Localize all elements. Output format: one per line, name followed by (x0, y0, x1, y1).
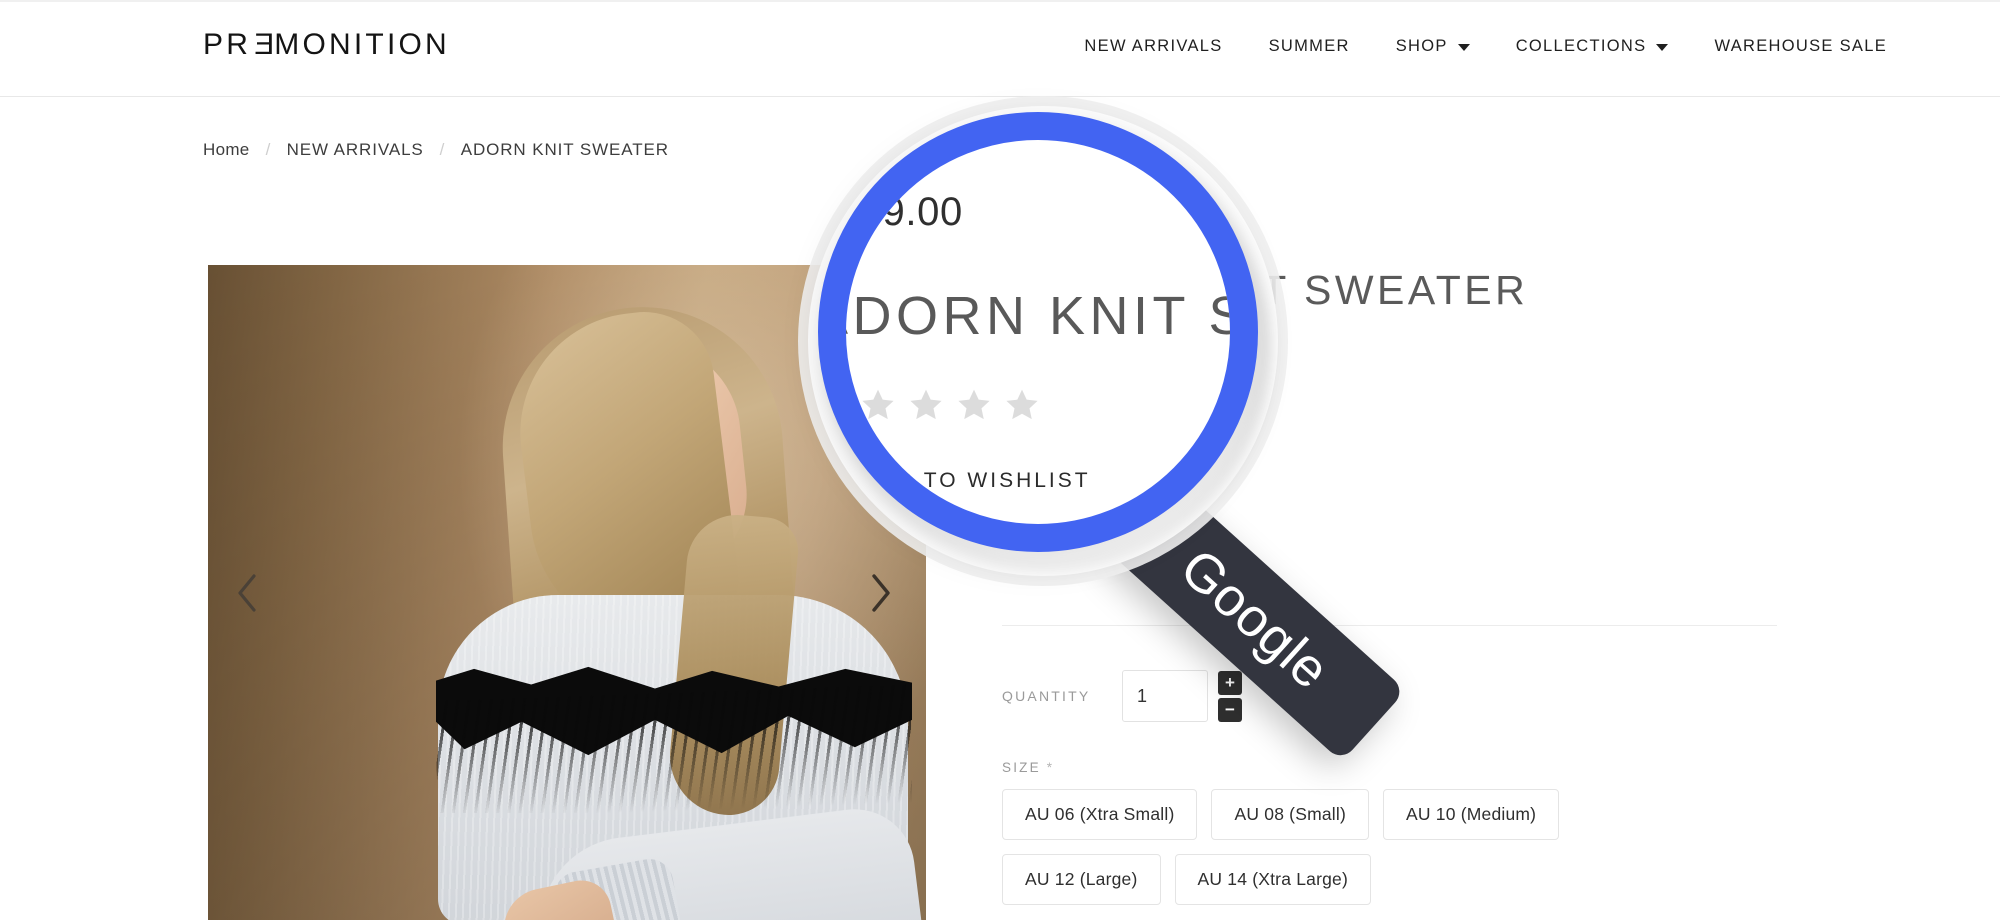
magnified-price: $159.00 (818, 190, 963, 234)
logo-reversed-e: E (251, 28, 275, 61)
quantity-row: QUANTITY + − (1002, 670, 1242, 722)
svg-text:g: g (1004, 509, 1017, 536)
breadcrumb: Home / NEW ARRIVALS / ADORN KNIT SWEATER (203, 140, 669, 160)
nav-item-collections[interactable]: COLLECTIONS (1493, 38, 1692, 55)
breadcrumb-item-home[interactable]: Home (203, 140, 250, 160)
star-icon[interactable] (1039, 350, 1067, 377)
nav-label: SUMMER (1268, 37, 1350, 55)
logo-prefix: PR (203, 28, 252, 61)
star-icon[interactable] (1002, 350, 1030, 377)
photo-fringe-detail (436, 663, 912, 813)
size-label: SIZE * (1002, 760, 1902, 775)
info-divider (1002, 625, 1777, 626)
heart-icon (1002, 429, 1026, 456)
star-icon (956, 388, 992, 428)
breadcrumb-item-new-arrivals[interactable]: NEW ARRIVALS (287, 140, 424, 160)
nav-label: WAREHOUSE SALE (1714, 37, 1887, 55)
svg-text:+: + (1019, 512, 1028, 529)
nav-item-warehouse-sale[interactable]: WAREHOUSE SALE (1691, 38, 1910, 55)
star-icon[interactable] (1150, 350, 1178, 377)
logo-suffix: MONITION (274, 28, 450, 61)
chevron-down-icon (1457, 43, 1470, 51)
nav-label: COLLECTIONS (1515, 37, 1647, 55)
size-option-au14[interactable]: AU 14 (Xtra Large) (1174, 854, 1371, 905)
social-share-row: g + (1002, 504, 1792, 540)
size-required-marker: * (1046, 760, 1055, 775)
size-option-au08[interactable]: AU 08 (Small) (1211, 789, 1369, 840)
product-gallery[interactable] (208, 265, 926, 920)
add-to-wishlist-label: ADD TO WISHLIST (1044, 432, 1229, 452)
breadcrumb-separator: / (265, 140, 271, 159)
product-photo (208, 265, 926, 920)
product-info: $159.00 ADORN KNIT SWEATER ADD TO WISHLI… (1002, 190, 1792, 540)
size-option-au10[interactable]: AU 10 (Medium) (1383, 789, 1560, 840)
size-label-text: SIZE (1002, 760, 1041, 775)
quantity-decrement-button[interactable]: − (1218, 697, 1242, 722)
star-icon[interactable] (1113, 350, 1141, 377)
google-plus-icon[interactable]: g + (1002, 504, 1038, 540)
product-price: $159.00 (1002, 188, 1117, 223)
quantity-input[interactable] (1122, 670, 1208, 722)
product-title: ADORN KNIT SWEATER (1002, 267, 1529, 313)
add-to-wishlist-button[interactable]: ADD TO WISHLIST (1002, 429, 1229, 456)
chevron-down-icon (1656, 43, 1669, 51)
breadcrumb-item-current-product: ADORN KNIT SWEATER (460, 140, 669, 159)
rating-stars[interactable] (1002, 350, 1792, 377)
nav-label: NEW ARRIVALS (1084, 37, 1223, 55)
pinterest-icon[interactable] (1126, 504, 1162, 540)
twitter-icon[interactable] (1064, 504, 1100, 540)
gallery-next-arrow-icon[interactable] (858, 570, 904, 616)
nav-item-shop[interactable]: SHOP (1373, 38, 1493, 55)
nav-item-summer[interactable]: SUMMER (1246, 38, 1373, 55)
product-page: PREMONITION NEW ARRIVALS SUMMER SHOP COL… (0, 0, 2000, 920)
main-navigation: NEW ARRIVALS SUMMER SHOP COLLECTIONS WAR… (1061, 38, 1910, 55)
size-option-list: AU 06 (Xtra Small) AU 08 (Small) AU 10 (… (1002, 789, 1722, 905)
breadcrumb-separator: / (439, 140, 445, 159)
size-option-au12[interactable]: AU 12 (Large) (1002, 854, 1161, 905)
star-icon[interactable] (1076, 350, 1104, 377)
site-logo[interactable]: PREMONITION (203, 28, 450, 61)
quantity-increment-button[interactable]: + (1218, 670, 1242, 695)
quantity-stepper: + − (1218, 670, 1242, 722)
nav-label: SHOP (1395, 37, 1448, 55)
site-header: PREMONITION NEW ARRIVALS SUMMER SHOP COL… (0, 2, 2000, 97)
quantity-label: QUANTITY (1002, 688, 1091, 704)
nav-item-new-arrivals[interactable]: NEW ARRIVALS (1061, 38, 1245, 55)
size-option-au06[interactable]: AU 06 (Xtra Small) (1002, 789, 1198, 840)
photo-fringe-wisps (436, 684, 912, 813)
gallery-prev-arrow-icon[interactable] (224, 570, 270, 616)
size-selector: SIZE * AU 06 (Xtra Small) AU 08 (Small) … (1002, 760, 1902, 905)
